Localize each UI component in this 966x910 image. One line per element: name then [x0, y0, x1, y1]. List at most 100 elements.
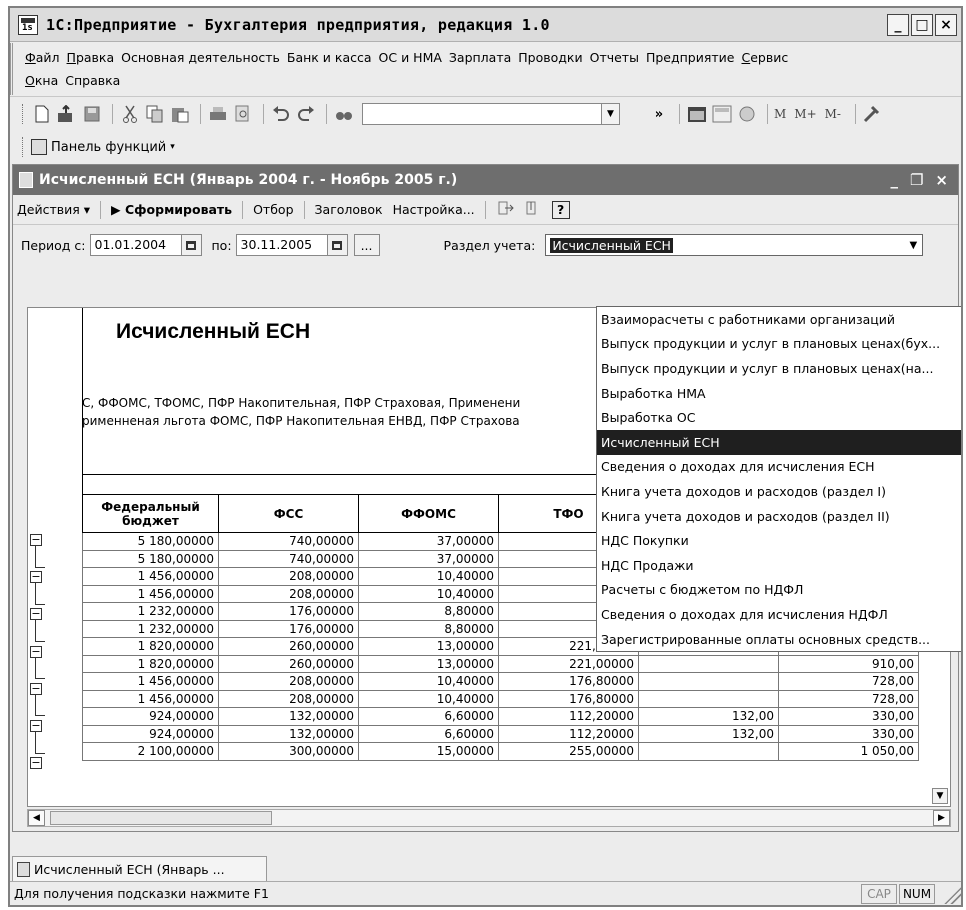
- dropdown-option[interactable]: Выработка ОС: [597, 405, 961, 430]
- menu-item-row1-5[interactable]: Зарплата: [449, 50, 511, 65]
- menu-item-row1-1[interactable]: Правка: [67, 50, 115, 65]
- print-icon[interactable]: [207, 103, 229, 125]
- search-input[interactable]: [362, 103, 602, 125]
- memory-add-button[interactable]: M+: [794, 107, 816, 121]
- minimize-button[interactable]: _: [887, 13, 909, 36]
- table-row[interactable]: 2 100,00000 300,00000 15,00000 255,00000 1 0…: [82, 742, 919, 761]
- menu-item-row1-4[interactable]: ОС и НМА: [379, 50, 442, 65]
- table-row[interactable]: 924,00000 132,00000 6,60000 112,20000 132,00…: [82, 724, 919, 743]
- calendar-icon[interactable]: [686, 103, 708, 125]
- report-close-button[interactable]: ×: [935, 171, 948, 189]
- dropdown-option[interactable]: НДС Покупки: [597, 528, 961, 553]
- collapse-groups-icon[interactable]: [524, 200, 542, 219]
- table-row[interactable]: 924,00000 132,00000 6,60000 112,20000 132,00…: [82, 707, 919, 726]
- collapse-group-icon[interactable]: −: [30, 645, 42, 658]
- dropdown-option[interactable]: Зарегистрированные оплаты основных средс…: [597, 627, 961, 652]
- section-dropdown-list[interactable]: Взаиморасчеты с работниками организаций В…: [596, 306, 961, 653]
- function-panel-icon[interactable]: [31, 139, 47, 155]
- cut-icon[interactable]: [119, 103, 141, 125]
- dropdown-option[interactable]: Книга учета доходов и расходов (раздел I…: [597, 479, 961, 504]
- paste-icon[interactable]: [169, 103, 191, 125]
- table-cell: 728,00: [778, 689, 919, 708]
- collapse-group-icon[interactable]: −: [30, 571, 42, 584]
- scroll-left-icon[interactable]: ◀: [28, 810, 45, 826]
- filter-button[interactable]: Отбор: [253, 202, 293, 217]
- dropdown-option[interactable]: Выпуск продукции и услуг в плановых цена…: [597, 356, 961, 381]
- dropdown-option[interactable]: Выработка НМА: [597, 381, 961, 406]
- column-header: ФФОМС: [358, 494, 499, 533]
- dropdown-option[interactable]: Книга учета доходов и расходов (раздел I…: [597, 504, 961, 529]
- close-button[interactable]: ×: [935, 13, 957, 36]
- scroll-down-icon[interactable]: ▼: [932, 788, 948, 804]
- memory-button[interactable]: M: [774, 107, 786, 121]
- dropdown-option[interactable]: Сведения о доходах для исчисления НДФЛ: [597, 602, 961, 627]
- menu-item-row1-8[interactable]: Предприятие: [646, 50, 735, 65]
- window-tab[interactable]: Исчисленный ЕСН (Январь ...: [12, 856, 267, 882]
- expand-groups-icon[interactable]: [496, 200, 514, 219]
- dropdown-option[interactable]: Исчисленный ЕСН: [597, 429, 961, 455]
- actions-menu-button[interactable]: Действия ▾: [17, 202, 90, 217]
- collapse-group-icon[interactable]: −: [30, 757, 42, 770]
- function-panel-button[interactable]: Панель функций: [51, 140, 166, 155]
- dropdown-option[interactable]: Сведения о доходах для исчисления ЕСН: [597, 455, 961, 480]
- dropdown-option[interactable]: НДС Продажи: [597, 553, 961, 578]
- tools-icon[interactable]: [862, 103, 884, 125]
- table-cell: 37,00000: [358, 532, 499, 551]
- function-panel-dropdown-icon[interactable]: ▾: [170, 142, 175, 152]
- binoculars-icon[interactable]: [333, 103, 355, 125]
- scroll-right-icon[interactable]: ▶: [933, 810, 950, 826]
- save-icon[interactable]: [81, 103, 103, 125]
- table-row[interactable]: 1 456,00000 208,00000 10,40000 176,80000 728…: [82, 672, 919, 691]
- open-icon[interactable]: [56, 103, 78, 125]
- main-toolbar: ▼ » M M+ M-: [10, 98, 961, 130]
- period-from-input[interactable]: 01.01.2004: [89, 234, 182, 256]
- menu-item-row1-9[interactable]: Сервис: [741, 50, 788, 65]
- menu-item-row1-3[interactable]: Банк и касса: [287, 50, 372, 65]
- redo-icon[interactable]: [295, 103, 317, 125]
- header-button[interactable]: Заголовок: [315, 202, 383, 217]
- new-document-icon[interactable]: [31, 103, 53, 125]
- copy-icon[interactable]: [144, 103, 166, 125]
- table-cell: 924,00000: [82, 724, 219, 743]
- scrollbar-thumb[interactable]: [50, 811, 272, 825]
- table-row[interactable]: 1 820,00000260,0000013,00000221,00000 910…: [82, 654, 919, 673]
- generate-button[interactable]: ▶ Сформировать: [111, 202, 232, 217]
- table-cell: 208,00000: [218, 689, 359, 708]
- collapse-group-icon[interactable]: −: [30, 534, 42, 546]
- period-to-calendar-icon[interactable]: [327, 234, 348, 256]
- period-from-calendar-icon[interactable]: [181, 234, 202, 256]
- table-row[interactable]: 1 456,00000 208,00000 10,40000 176,80000 728…: [82, 689, 919, 708]
- dropdown-option[interactable]: Взаиморасчеты с работниками организаций: [597, 307, 961, 332]
- memory-subtract-button[interactable]: M-: [825, 107, 841, 121]
- resize-grip-icon[interactable]: [939, 883, 961, 904]
- menu-item-row1-2[interactable]: Основная деятельность: [121, 50, 280, 65]
- dropdown-option[interactable]: Расчеты с бюджетом по НДФЛ: [597, 578, 961, 603]
- section-dropdown-icon[interactable]: ▼: [904, 235, 922, 255]
- calculator-icon[interactable]: [711, 103, 733, 125]
- print-preview-icon[interactable]: [232, 103, 254, 125]
- menu-item-row2-1[interactable]: Справка: [65, 73, 120, 88]
- menu-item-row2-0[interactable]: Окна: [25, 73, 58, 88]
- search-dropdown-icon[interactable]: ▼: [602, 103, 620, 125]
- menu-item-row1-0[interactable]: Файл: [25, 50, 60, 65]
- toolbar-overflow-icon[interactable]: »: [648, 103, 670, 125]
- report-minimize-button[interactable]: _: [890, 171, 898, 189]
- undo-icon[interactable]: [270, 103, 292, 125]
- menu-item-row1-6[interactable]: Проводки: [518, 50, 582, 65]
- horizontal-scrollbar[interactable]: ◀ ▶: [27, 809, 951, 827]
- maximize-button[interactable]: □: [911, 13, 933, 36]
- status-bar: Для получения подсказки нажмите F1 CAP N…: [10, 881, 961, 905]
- collapse-group-icon[interactable]: −: [30, 608, 42, 621]
- report-restore-button[interactable]: ❐: [910, 171, 923, 189]
- help-icon[interactable]: ?: [551, 200, 570, 219]
- help-wizard-icon[interactable]: [736, 103, 758, 125]
- menu-item-row1-7[interactable]: Отчеты: [590, 50, 639, 65]
- dropdown-option[interactable]: Выпуск продукции и услуг в плановых цена…: [597, 332, 961, 357]
- collapse-group-icon[interactable]: −: [30, 682, 42, 695]
- period-to-input[interactable]: 30.11.2005: [235, 234, 328, 256]
- settings-button[interactable]: Настройка...: [393, 202, 475, 217]
- table-cell: 910,00: [778, 654, 919, 673]
- section-select[interactable]: Исчисленный ЕСН ▼: [545, 234, 924, 256]
- period-select-button[interactable]: ...: [353, 234, 380, 256]
- collapse-group-icon[interactable]: −: [30, 720, 42, 732]
